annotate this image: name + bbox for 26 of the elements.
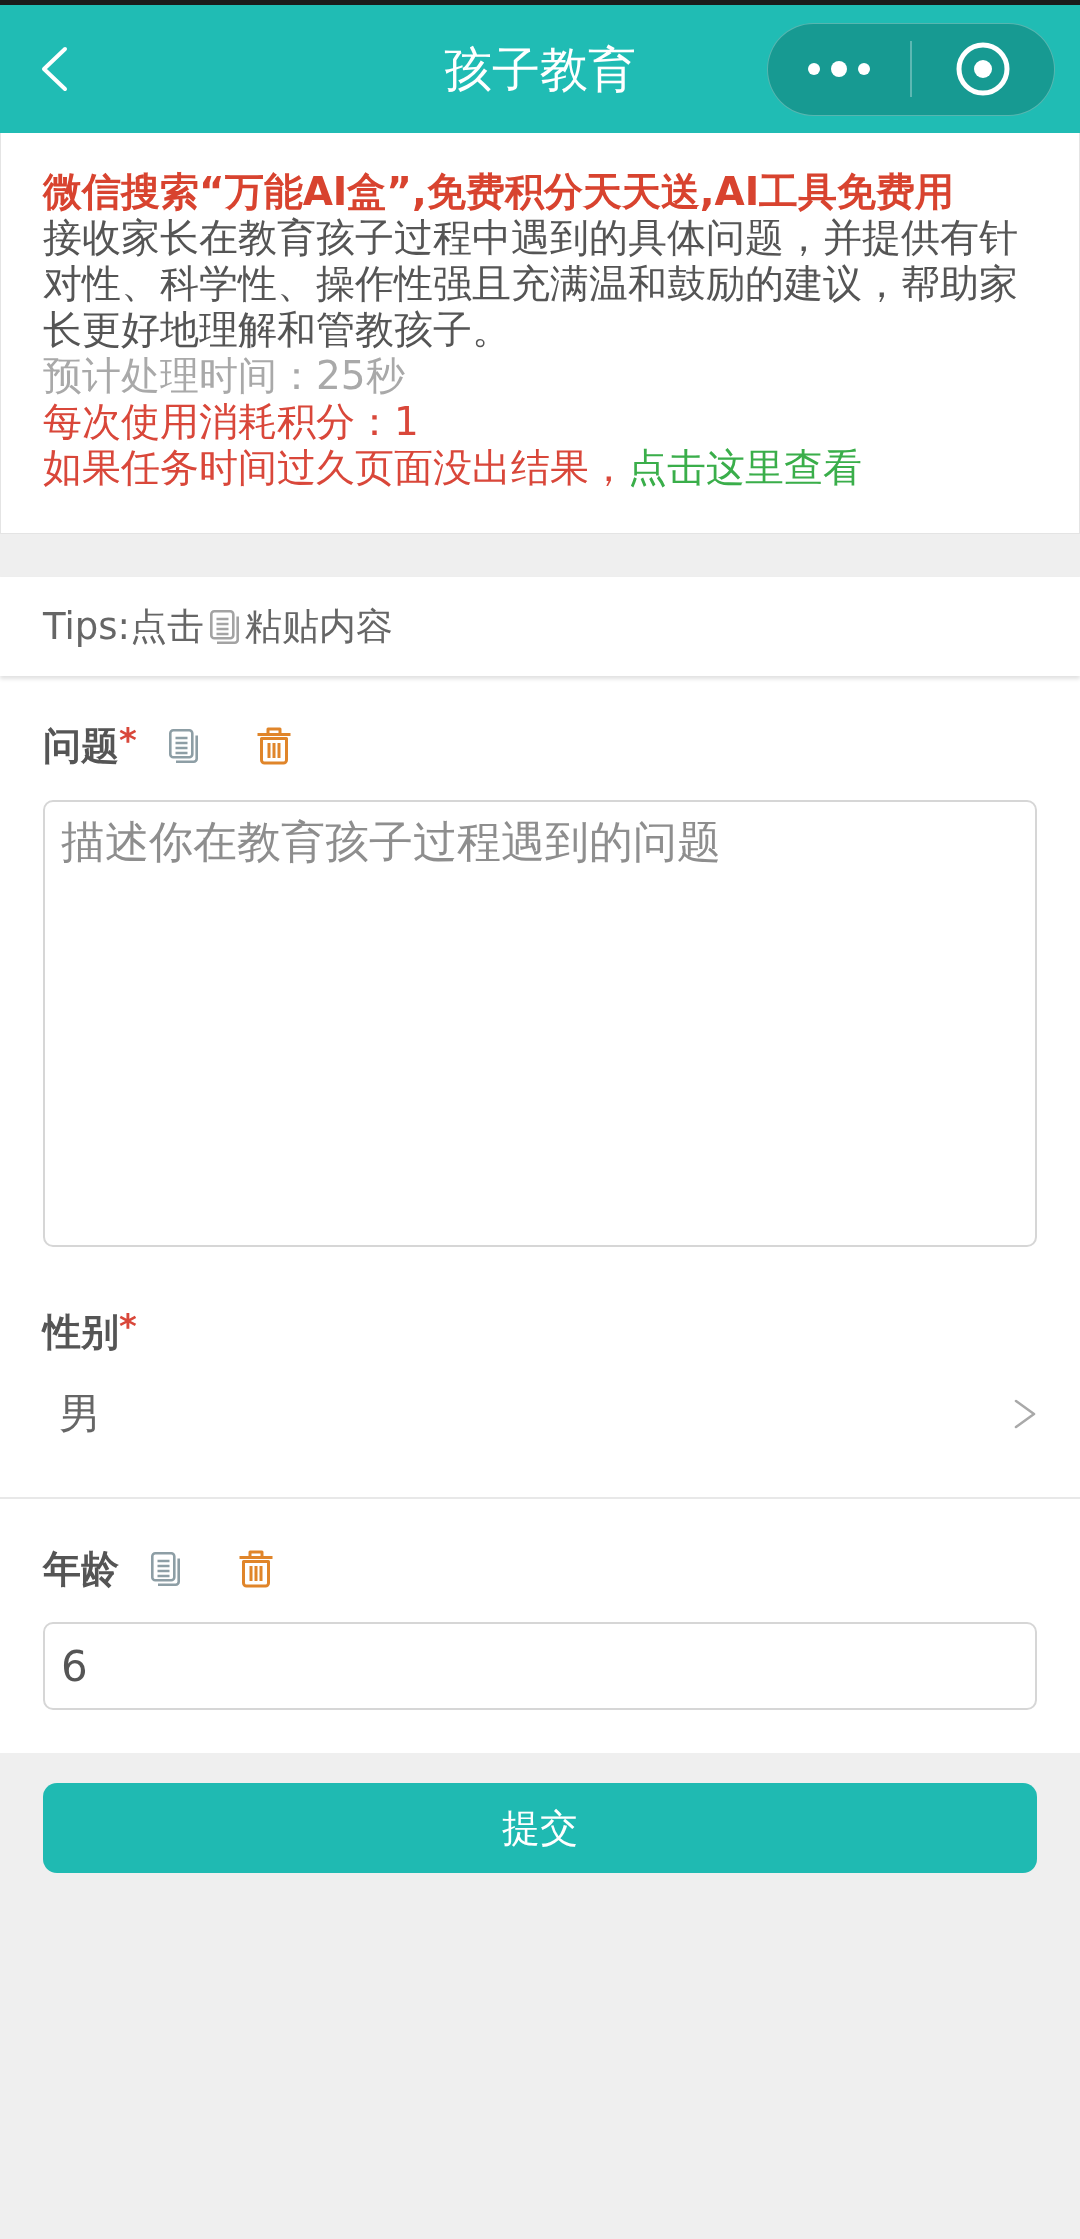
textarea-field[interactable]: 描述你在教育孩子过程遇到的问题 [43,800,1037,1247]
tool-description: 接收家长在教育孩子过程中遇到的具体问题，并提供有针对性、科学性、操作性强且充满温和鼓励的建议，帮助家长更好地理解和管教孩子。 [43,215,1019,353]
back-icon [40,46,68,92]
field-label: 性别 [43,1309,119,1355]
points-cost: 每次使用消耗积分：1 [43,399,420,445]
copy-icon[interactable] [151,1552,181,1586]
tips-text: 粘贴内容 [245,603,393,650]
trash-icon[interactable] [238,1550,274,1588]
more-icon [808,61,870,77]
required-mark: * [119,1309,137,1343]
tips-text: Tips:点击 [43,603,204,650]
chevron-right-icon [1013,1397,1037,1430]
required-mark: * [119,723,137,757]
promo-text: 微信搜索“万能AI盒”,免费积分天天送,AI工具免费用 [43,169,956,215]
field-label: 问题 [43,723,119,769]
input-field[interactable]: 6 [43,1622,1037,1710]
back-button[interactable] [40,46,68,92]
trash-icon[interactable] [255,727,292,765]
field-label: 年龄 [43,1546,119,1592]
gender-select[interactable]: 男 [43,1376,1037,1451]
page-title: 孩子教育 [444,40,636,99]
target-icon [956,42,1010,96]
timeout-note: 如果任务时间过久页面没出结果， [43,445,628,491]
copy-icon[interactable] [168,729,199,763]
estimated-time: 预计处理时间：25秒 [43,353,406,399]
copy-icon [210,609,240,644]
